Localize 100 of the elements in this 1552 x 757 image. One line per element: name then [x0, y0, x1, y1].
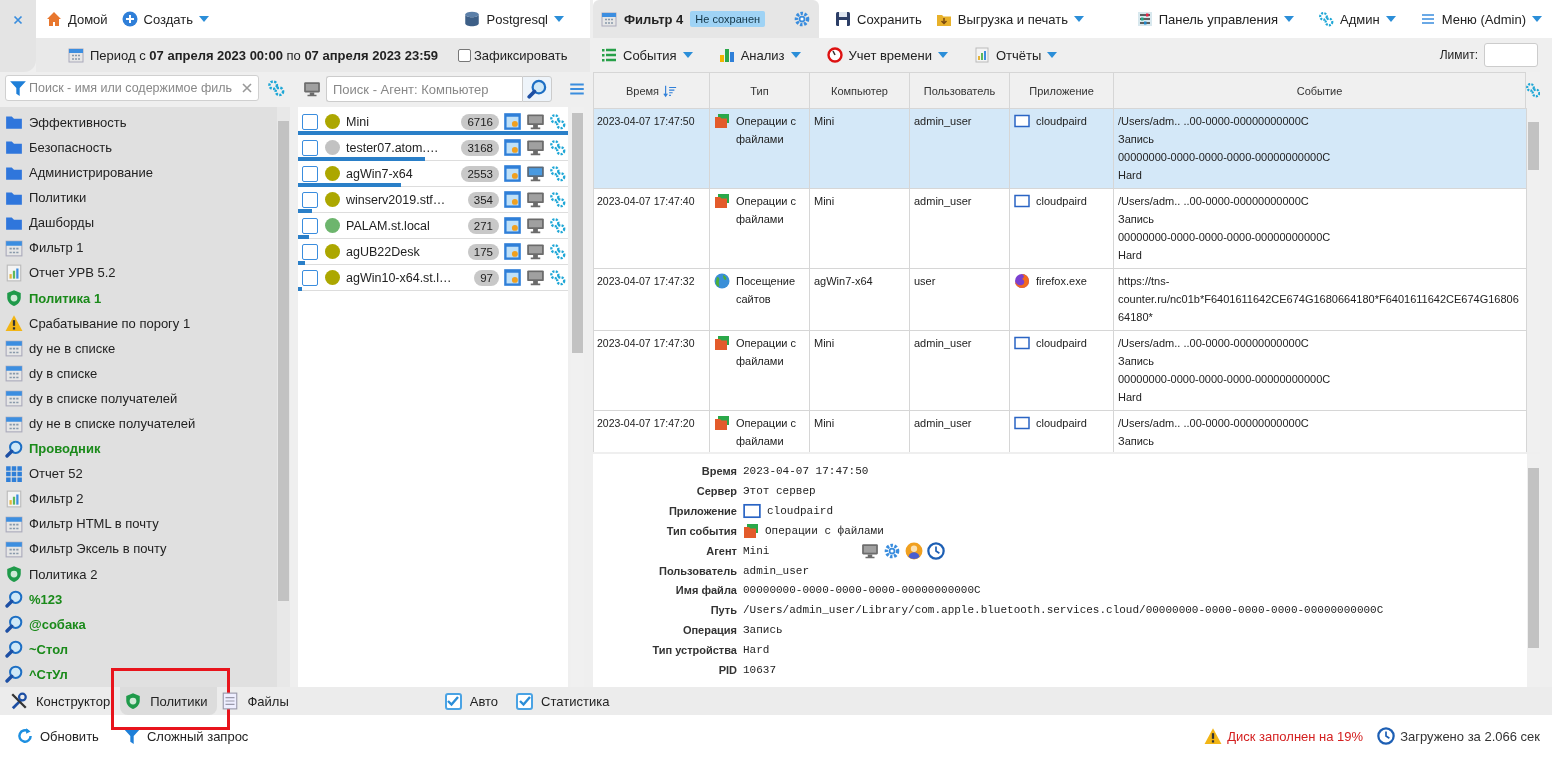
sidebar-item[interactable]: Отчет 52: [29, 466, 83, 482]
admin-button[interactable]: Админ: [1312, 5, 1402, 33]
sidebar-item[interactable]: Дашборды: [29, 215, 94, 231]
tab-label: Фильтр 4: [624, 11, 684, 27]
create-button[interactable]: Создать: [115, 5, 215, 33]
field-value: admin_user: [743, 564, 809, 577]
export-button[interactable]: Выгрузка и печать: [929, 5, 1090, 33]
search-field[interactable]: Поиск - Агент: Компьютер: [326, 76, 523, 102]
time-button[interactable]: Учет времени: [820, 41, 954, 69]
limit-field[interactable]: [1484, 43, 1538, 67]
calendar-icon: [5, 339, 23, 358]
sidebar-item[interactable]: Фильтр HTML в почту: [29, 516, 159, 532]
sidebar-item[interactable]: Фильтр 2: [29, 491, 84, 507]
sidebar-item[interactable]: Безопасность: [29, 140, 112, 155]
period-text: Период с 07 апреля 2023 00:00 по 07 апреля 2023 23:59: [90, 47, 438, 63]
sidebar-item[interactable]: Администрирование: [29, 165, 153, 181]
dashboard-icon: [503, 112, 522, 131]
column-header[interactable]: Пользователь: [909, 72, 1010, 109]
agent-name[interactable]: PALAM.st.local: [346, 218, 464, 233]
window-icon: [1014, 335, 1030, 351]
checkbox[interactable]: [302, 191, 318, 208]
database-button[interactable]: Postgresql: [456, 5, 570, 33]
shield-icon: [124, 692, 143, 710]
app-name: cloudpaird: [1036, 336, 1087, 351]
reports-button[interactable]: Отчёты: [967, 41, 1064, 69]
clock-icon: [826, 47, 843, 63]
search-icon: [5, 590, 23, 609]
agent-name[interactable]: winserv2019.stf…: [346, 192, 464, 207]
field-label: Время: [700, 465, 737, 478]
scrollbar[interactable]: [277, 106, 290, 687]
checkbox[interactable]: [516, 692, 534, 710]
table-row[interactable]: 2023-04-07 17:47:40 Операции с файлами Mini admin_user cloudpaird /Users/adm.. ..00-0000-00000000000C Запись 00000000-0000-0000-0000-00000000000C Hard: [593, 188, 1527, 269]
sidebar-item[interactable]: Отчет УРВ 5.2: [29, 265, 116, 281]
clock-icon: [1377, 727, 1396, 745]
checkbox[interactable]: [302, 165, 318, 182]
count-badge: 2553: [461, 165, 499, 182]
table-row[interactable]: 2023-04-07 17:47:30 Операции с файлами Mini admin_user cloudpaird /Users/adm.. ..00-0000-00000000000C Запись 00000000-0000-0000-0000-00000000000C Hard: [593, 330, 1527, 411]
field-label: Тип устройства: [651, 644, 737, 657]
agent-name[interactable]: Mini: [346, 114, 458, 129]
column-header[interactable]: Приложение: [1009, 72, 1114, 109]
sidebar-item[interactable]: dy в списке получателей: [29, 390, 178, 406]
checkbox[interactable]: [302, 113, 318, 130]
files-icon: [743, 522, 759, 539]
checkbox[interactable]: [302, 139, 318, 156]
table-cell: agWin7-x64: [809, 268, 910, 331]
tab[interactable]: Конструктор: [6, 687, 121, 715]
sidebar-item[interactable]: Фильтр Эксель в почту: [29, 541, 167, 557]
chart-icon: [973, 47, 990, 63]
sidebar-item[interactable]: Срабатывание по порогу 1: [29, 315, 191, 331]
sidebar-item[interactable]: dy не в списке получателей: [29, 416, 196, 431]
events-button[interactable]: События: [595, 41, 699, 69]
column-header[interactable]: Событие: [1113, 72, 1526, 109]
checkbox[interactable]: [457, 48, 471, 62]
column-header[interactable]: Тип: [709, 72, 810, 109]
sidebar-item[interactable]: Фильтр 1: [29, 240, 84, 256]
browser-icon: [1014, 273, 1030, 289]
agent-name[interactable]: agUB22Desk: [346, 244, 464, 259]
search-field[interactable]: Поиск - имя или содержимое филь: [5, 75, 259, 102]
checkbox[interactable]: [302, 217, 318, 234]
tab[interactable]: Фильтр 4 Не сохранен: [593, 0, 820, 38]
agent-name[interactable]: agWin10-x64.st.l…: [346, 270, 471, 285]
sidebar-item[interactable]: Политика 2: [29, 566, 98, 582]
tab[interactable]: Политики: [120, 687, 218, 715]
scrollbar[interactable]: [1527, 454, 1540, 687]
sidebar-item[interactable]: Политики: [29, 190, 87, 206]
tab[interactable]: Файлы: [217, 687, 299, 715]
gears-icon: [549, 217, 566, 234]
table-row[interactable]: 2023-04-07 17:47:50 Операции с файлами Mini admin_user cloudpaird /Users/adm.. ..00-0000-00000000000C Запись 00000000-0000-0000-0000-00000000000C Hard: [593, 108, 1527, 189]
panel-button[interactable]: Панель управления: [1130, 5, 1301, 33]
home-button[interactable]: Домой: [40, 5, 114, 33]
dashboard-icon: [503, 138, 522, 157]
agent-name[interactable]: agWin7-x64: [346, 166, 458, 181]
query-button[interactable]: Сложный запрос: [116, 722, 255, 750]
field-label: Тип события: [665, 524, 737, 537]
sidebar-item[interactable]: Эффективность: [29, 114, 127, 130]
search-button[interactable]: [522, 76, 553, 102]
sliders-icon: [1136, 11, 1153, 27]
column-header[interactable]: Время: [593, 72, 710, 109]
caret-icon: [1047, 52, 1058, 58]
agent-name[interactable]: tester07.atom.…: [346, 140, 458, 155]
calendar-icon: [68, 47, 84, 63]
checkbox[interactable]: [444, 692, 462, 710]
chart-icon: [5, 489, 23, 508]
menu-button[interactable]: Меню (Admin): [1413, 5, 1548, 33]
analysis-button[interactable]: Анализ: [712, 41, 807, 69]
column-header[interactable]: Компьютер: [809, 72, 910, 109]
sidebar-item[interactable]: dy в списке: [29, 365, 98, 381]
checkbox[interactable]: [302, 243, 318, 260]
filter-icon: [122, 727, 141, 745]
app-name: cloudpaird: [1036, 194, 1087, 209]
bar-chart-icon: [718, 47, 735, 63]
field-label: Сервер: [695, 485, 737, 498]
table-row[interactable]: 2023-04-07 17:47:32 Посещение сайтов agWin7-x64 user firefox.exe https://tns-counter.ru/nc01b*F6401611642CE674G1680664180*F6401611642CE674G1680664180*: [593, 268, 1527, 331]
refresh-button[interactable]: Обновить: [10, 722, 105, 750]
field-value: Hard: [743, 644, 770, 657]
checkbox[interactable]: [302, 269, 318, 286]
calendar-icon: [5, 389, 23, 408]
save-button[interactable]: Сохранить: [829, 5, 928, 33]
sidebar-item[interactable]: dy не в списке: [29, 340, 116, 356]
caret-icon: [1284, 16, 1295, 22]
